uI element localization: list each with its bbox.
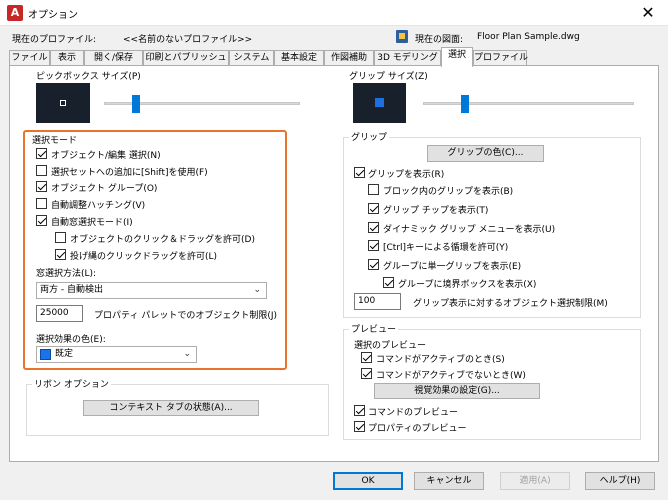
preview-title: プレビュー xyxy=(349,322,399,335)
grip-size-slider-thumb[interactable] xyxy=(461,95,469,113)
title-bar: A オプション ✕ xyxy=(0,0,668,26)
implied-window-label: 自動窓選択モード(I) xyxy=(51,218,133,228)
selection-effect-color-label: 選択効果の色(E): xyxy=(36,335,106,345)
help-button[interactable]: ヘルプ(H) xyxy=(585,472,655,490)
grips-in-blocks-checkbox[interactable] xyxy=(368,184,379,195)
tab-drafting[interactable]: 作図補助 xyxy=(324,50,374,66)
tab-selection[interactable]: 選択 xyxy=(441,47,473,67)
shift-add-label: 選択セットへの追加に[Shift]を使用(F) xyxy=(51,168,208,178)
close-icon[interactable]: ✕ xyxy=(628,0,668,26)
tab-open-save[interactable]: 開く/保存 xyxy=(84,50,143,66)
show-grips-checkbox[interactable] xyxy=(354,167,365,178)
selection-effect-color-select[interactable]: 既定 ⌄ xyxy=(36,346,197,363)
selection-effect-color-value: 既定 xyxy=(55,349,74,359)
bounding-box-group-label: グループに境界ボックスを表示(X) xyxy=(398,280,537,290)
implied-window-checkbox[interactable] xyxy=(36,215,47,226)
selection-preview-label: 選択のプレビュー xyxy=(354,341,427,351)
selection-mode-title: 選択モード xyxy=(32,136,78,146)
pickbox-slider-thumb[interactable] xyxy=(132,95,140,113)
cancel-button[interactable]: キャンセル xyxy=(414,472,484,490)
pickbox-preview xyxy=(36,83,90,123)
visual-effects-settings-button[interactable]: 視覚効果の設定(G)... xyxy=(374,383,540,399)
current-profile-value: <<名前のないプロファイル>> xyxy=(123,35,253,45)
tab-display[interactable]: 表示 xyxy=(50,50,84,66)
window-method-value: 両方 - 自動検出 xyxy=(40,285,103,295)
tab-user-preferences[interactable]: 基本設定 xyxy=(274,50,324,66)
current-drawing-value: Floor Plan Sample.dwg xyxy=(477,32,580,42)
pickbox-square-icon xyxy=(60,100,66,106)
property-preview-label: プロパティのプレビュー xyxy=(368,424,467,434)
window-title: オプション xyxy=(28,10,78,21)
noun-verb-checkbox[interactable] xyxy=(36,148,47,159)
single-grip-group-checkbox[interactable] xyxy=(368,259,379,270)
dynamic-grip-menu-label: ダイナミック グリップ メニューを表示(U) xyxy=(383,225,556,235)
property-preview-checkbox[interactable] xyxy=(354,421,365,432)
single-grip-group-label: グループに単一グリップを表示(E) xyxy=(383,262,522,272)
lasso-label: 投げ縄のクリックドラッグを許可(L) xyxy=(70,252,218,262)
ok-button[interactable]: OK xyxy=(333,472,403,490)
contextual-tab-states-button[interactable]: コンテキスト タブの状態(A)... xyxy=(83,400,259,416)
grip-object-limit-label: グリップ表示に対するオブジェクト選択制限(M) xyxy=(413,299,608,309)
window-method-select[interactable]: 両方 - 自動検出 ⌄ xyxy=(36,282,267,299)
tab-files[interactable]: ファイル xyxy=(9,50,50,66)
color-swatch-icon xyxy=(40,349,51,360)
ribbon-options-title: リボン オプション xyxy=(32,377,111,390)
associative-hatch-checkbox[interactable] xyxy=(36,198,47,209)
chevron-down-icon: ⌄ xyxy=(253,285,261,295)
tab-profiles[interactable]: プロファイル xyxy=(473,50,528,66)
drawing-icon xyxy=(396,30,408,43)
grip-size-title: グリップ サイズ(Z) xyxy=(347,69,430,82)
chevron-down-icon: ⌄ xyxy=(183,349,191,359)
tab-3d-modeling[interactable]: 3D モデリング xyxy=(374,50,441,66)
grip-colors-button[interactable]: グリップの色(C)... xyxy=(427,145,544,162)
tab-plot-publish[interactable]: 印刷とパブリッシュ xyxy=(143,50,229,66)
ctrl-cycle-checkbox[interactable] xyxy=(368,240,379,251)
cmd-active-checkbox[interactable] xyxy=(361,352,372,363)
object-group-checkbox[interactable] xyxy=(36,181,47,192)
current-profile-label: 現在のプロファイル: xyxy=(12,35,97,45)
lasso-checkbox[interactable] xyxy=(55,249,66,260)
grip-size-slider-track[interactable] xyxy=(423,102,634,105)
show-grips-label: グリップを表示(R) xyxy=(368,170,445,180)
window-method-label: 窓選択方法(L): xyxy=(36,269,97,279)
cmd-inactive-checkbox[interactable] xyxy=(361,368,372,379)
object-group-label: オブジェクト グループ(O) xyxy=(51,184,158,194)
ctrl-cycle-label: [Ctrl]キーによる循環を許可(Y) xyxy=(383,243,509,253)
grip-size-preview xyxy=(353,83,406,123)
grip-tips-checkbox[interactable] xyxy=(368,203,379,214)
cmd-inactive-label: コマンドがアクティブでないとき(W) xyxy=(376,371,526,381)
shift-add-checkbox[interactable] xyxy=(36,165,47,176)
grip-tips-label: グリップ チップを表示(T) xyxy=(383,206,489,216)
palette-limit-input[interactable]: 25000 xyxy=(36,305,83,322)
tab-system[interactable]: システム xyxy=(229,50,274,66)
grip-square-icon xyxy=(375,98,384,107)
current-drawing-label: 現在の図面: xyxy=(415,35,464,45)
click-drag-checkbox[interactable] xyxy=(55,232,66,243)
cmd-active-label: コマンドがアクティブのとき(S) xyxy=(376,355,505,365)
click-drag-label: オブジェクトのクリック＆ドラッグを許可(D) xyxy=(70,235,255,245)
grips-title: グリップ xyxy=(349,130,390,143)
grips-in-blocks-label: ブロック内のグリップを表示(B) xyxy=(383,187,514,197)
dynamic-grip-menu-checkbox[interactable] xyxy=(368,222,379,233)
apply-button[interactable]: 適用(A) xyxy=(500,472,570,490)
autocad-app-icon: A xyxy=(7,5,23,21)
grip-object-limit-input[interactable]: 100 xyxy=(354,293,401,310)
bounding-box-group-checkbox[interactable] xyxy=(383,277,394,288)
noun-verb-label: オブジェクト/編集 選択(N) xyxy=(51,151,161,161)
command-preview-label: コマンドのプレビュー xyxy=(368,408,459,418)
palette-limit-label: プロパティ パレットでのオブジェクト制限(J) xyxy=(94,311,277,321)
pickbox-title: ピックボックス サイズ(P) xyxy=(34,69,143,82)
command-preview-checkbox[interactable] xyxy=(354,405,365,416)
associative-hatch-label: 自動調整ハッチング(V) xyxy=(51,201,146,211)
